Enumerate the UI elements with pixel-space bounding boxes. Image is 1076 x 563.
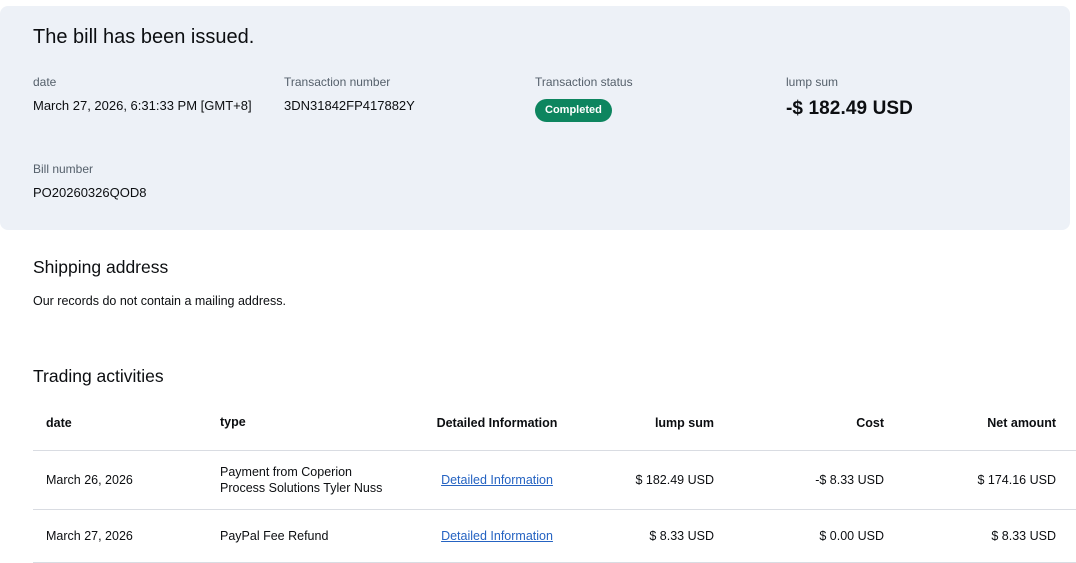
column-header-detailed-information: Detailed Information bbox=[420, 413, 574, 452]
lump-sum-label: lump sum bbox=[786, 75, 839, 89]
cell-net-amount: $ 8.33 USD bbox=[899, 509, 1076, 563]
column-header-type: type bbox=[219, 413, 420, 452]
cell-lump-sum: $ 182.49 USD bbox=[574, 450, 729, 511]
transaction-number-value: 3DN31842FP417882Y bbox=[284, 98, 415, 113]
cell-date: March 26, 2026 bbox=[33, 450, 219, 511]
date-value: March 27, 2026, 6:31:33 PM [GMT+8] bbox=[33, 98, 252, 113]
transaction-number-label: Transaction number bbox=[284, 75, 391, 89]
column-header-date: date bbox=[33, 413, 219, 452]
status-badge: Completed bbox=[535, 99, 612, 122]
page-title: The bill has been issued. bbox=[33, 26, 255, 48]
detailed-information-link[interactable]: Detailed Information bbox=[441, 473, 553, 487]
date-label: date bbox=[33, 75, 57, 89]
detailed-information-link[interactable]: Detailed Information bbox=[441, 529, 553, 543]
cell-date: March 27, 2026 bbox=[33, 509, 219, 563]
column-header-cost: Cost bbox=[729, 413, 899, 452]
cell-net-amount: $ 174.16 USD bbox=[899, 450, 1076, 511]
cell-cost: $ 0.00 USD bbox=[729, 509, 899, 563]
cell-type: Payment from Coperion Process Solutions … bbox=[219, 450, 420, 511]
field-transaction-number: Transaction number 3DN31842FP417882Y bbox=[284, 75, 535, 122]
cell-lump-sum: $ 8.33 USD bbox=[574, 509, 729, 563]
field-date: date March 27, 2026, 6:31:33 PM [GMT+8] bbox=[33, 75, 284, 122]
bill-number-label: Bill number bbox=[33, 162, 94, 176]
column-header-lump-sum: lump sum bbox=[574, 413, 729, 452]
table-row: March 27, 2026 PayPal Fee Refund Detaile… bbox=[33, 509, 1076, 563]
lump-sum-amount: -$ 182.49 USD bbox=[786, 98, 913, 119]
shipping-address-note: Our records do not contain a mailing add… bbox=[33, 294, 286, 308]
bill-summary-panel: The bill has been issued. date March 27,… bbox=[0, 6, 1070, 230]
field-transaction-status: Transaction status Completed bbox=[535, 75, 786, 122]
transaction-status-label: Transaction status bbox=[535, 75, 633, 89]
table-row: March 26, 2026 Payment from Coperion Pro… bbox=[33, 450, 1076, 511]
field-bill-number: Bill number PO20260326QOD8 bbox=[33, 162, 284, 200]
trading-activities-table: date type Detailed Information lump sum … bbox=[33, 413, 1076, 563]
cell-cost: -$ 8.33 USD bbox=[729, 450, 899, 511]
table-header-row: date type Detailed Information lump sum … bbox=[33, 413, 1076, 452]
shipping-address-heading: Shipping address bbox=[33, 257, 169, 277]
column-header-net-amount: Net amount bbox=[899, 413, 1076, 452]
field-lump-sum: lump sum -$ 182.49 USD bbox=[786, 75, 1037, 122]
summary-fields: date March 27, 2026, 6:31:33 PM [GMT+8] … bbox=[33, 75, 1037, 200]
trading-activities-heading: Trading activities bbox=[33, 366, 164, 386]
cell-type: PayPal Fee Refund bbox=[219, 509, 420, 563]
bill-number-value: PO20260326QOD8 bbox=[33, 185, 147, 200]
